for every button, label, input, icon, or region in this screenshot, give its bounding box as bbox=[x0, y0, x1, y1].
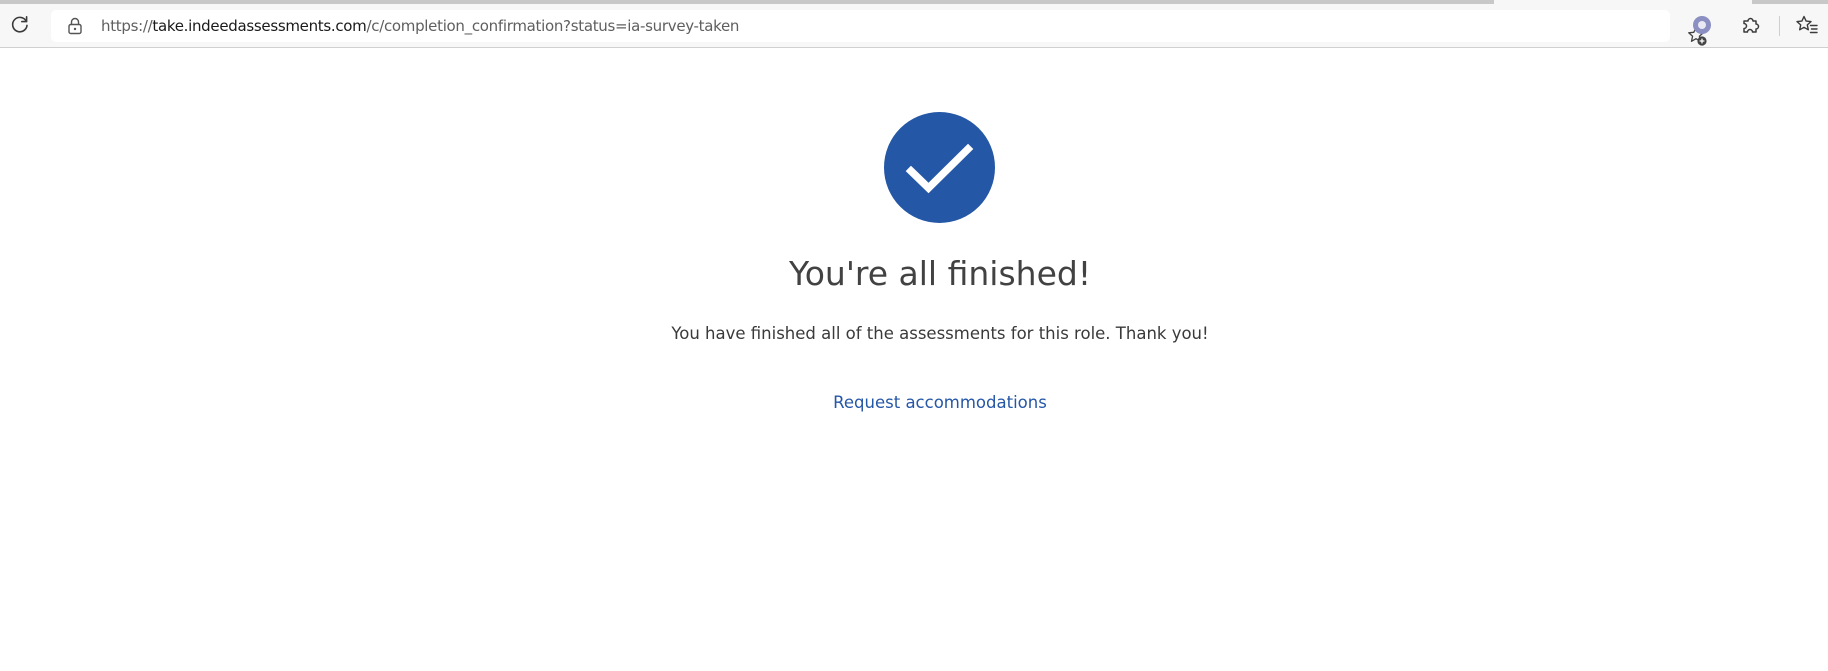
tab-strip-edge-right bbox=[1752, 0, 1828, 4]
profile-circle-icon bbox=[1693, 16, 1711, 34]
reload-button[interactable] bbox=[4, 9, 36, 41]
completion-message: You have finished all of the assessments… bbox=[671, 324, 1209, 343]
page-title: You're all finished! bbox=[788, 254, 1092, 293]
favorites-list-icon bbox=[1796, 15, 1818, 34]
toolbar-divider bbox=[1779, 16, 1780, 36]
profile-button[interactable] bbox=[1686, 9, 1718, 41]
url-text[interactable]: https://take.indeedassessments.com/c/com… bbox=[101, 16, 739, 36]
tab-strip-edge bbox=[0, 0, 1494, 4]
puzzle-piece-icon bbox=[1743, 17, 1760, 33]
url-host: take.indeedassessments.com bbox=[152, 17, 367, 35]
request-accommodations-row: Request accommodations bbox=[0, 391, 1828, 415]
lock-icon[interactable] bbox=[66, 17, 84, 35]
url-scheme: https:// bbox=[101, 17, 153, 35]
request-accommodations-link[interactable]: Request accommodations bbox=[833, 393, 1047, 412]
url-path: /c/completion_confirmation?status=ia-sur… bbox=[366, 17, 740, 35]
checkmark-circle-icon bbox=[884, 112, 995, 223]
page-content: You're all finished! You have finished a… bbox=[0, 49, 1828, 671]
reload-icon bbox=[11, 16, 28, 33]
browser-toolbar: https://take.indeedassessments.com/c/com… bbox=[0, 0, 1828, 48]
extensions-button[interactable] bbox=[1735, 9, 1767, 41]
address-bar[interactable]: https://take.indeedassessments.com/c/com… bbox=[51, 10, 1707, 46]
favorites-button[interactable] bbox=[1791, 9, 1823, 41]
